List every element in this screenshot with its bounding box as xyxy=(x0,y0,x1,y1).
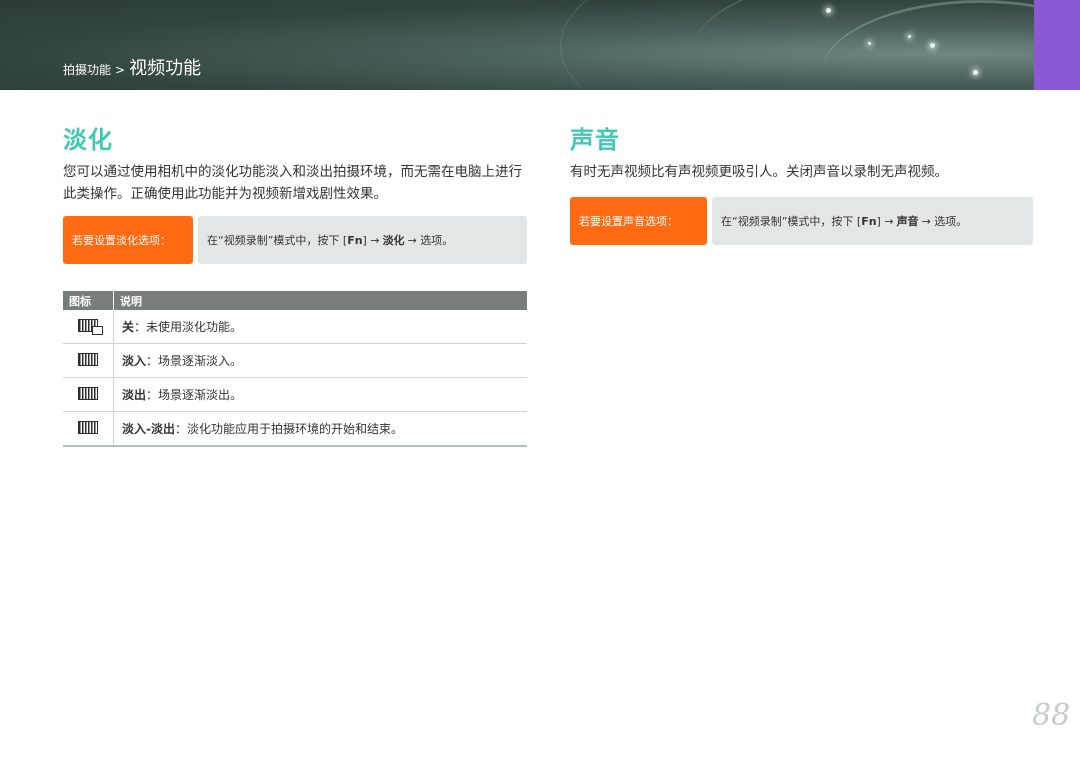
table-header-description: 说明 xyxy=(113,291,527,310)
sound-section-title: 声音 xyxy=(570,126,620,154)
sparkle-icon xyxy=(868,42,871,45)
sparkle-icon xyxy=(930,43,935,48)
table-cell-description: 淡入-淡出：淡化功能应用于拍摄环境的开始和结束。 xyxy=(113,411,527,447)
sound-tip: 若要设置声音选项： 在“视频录制”模式中，按下 [Fn] → 声音 → 选项。 xyxy=(570,197,1033,245)
table-header-row: 图标 说明 xyxy=(63,291,527,310)
option-separator: ： xyxy=(174,422,187,436)
option-separator: ： xyxy=(146,388,159,402)
tip-menu-name: 淡化 xyxy=(382,234,405,247)
fade-out-icon xyxy=(78,386,98,400)
sparkle-icon xyxy=(973,70,978,75)
tip-text-prefix: 在“视频录制”模式中，按下 [ xyxy=(721,215,862,228)
table-row: 淡出：场景逐渐淡出。 xyxy=(63,377,527,412)
page-header-banner: 拍摄功能 > 视频功能 xyxy=(0,0,1080,90)
fade-tip-content: 在“视频录制”模式中，按下 [Fn] → 淡化 → 选项。 xyxy=(198,216,527,264)
option-description: 场景逐渐淡入。 xyxy=(158,354,243,368)
sound-tip-label: 若要设置声音选项： xyxy=(570,197,707,245)
table-cell-icon xyxy=(63,310,114,344)
tip-text-prefix: 在“视频录制”模式中，按下 [ xyxy=(207,234,348,247)
fade-section-title: 淡化 xyxy=(63,126,113,154)
option-term: 淡入 xyxy=(122,354,147,368)
fade-off-icon xyxy=(78,318,103,335)
fade-options-table: 图标 说明 关：未使用淡化功能。 淡入：场景逐渐淡入。 淡出：场景逐渐淡出。 淡… xyxy=(63,291,527,447)
page-number: 88 xyxy=(1032,698,1071,733)
sparkle-icon xyxy=(908,35,911,38)
breadcrumb-title: 视频功能 xyxy=(129,58,202,79)
chapter-tab[interactable] xyxy=(1034,0,1080,90)
option-term: 关 xyxy=(122,320,135,334)
table-cell-description: 关：未使用淡化功能。 xyxy=(113,310,527,344)
breadcrumb-separator: > xyxy=(115,63,126,77)
table-cell-icon xyxy=(63,377,114,412)
table-row: 淡入：场景逐渐淡入。 xyxy=(63,343,527,378)
tip-text-suffix: → 选项。 xyxy=(407,234,454,247)
fn-key-label: Fn xyxy=(347,233,363,247)
table-cell-icon xyxy=(63,343,114,378)
sparkle-icon xyxy=(826,8,831,13)
table-header-icon: 图标 xyxy=(63,291,114,310)
sound-tip-content: 在“视频录制”模式中，按下 [Fn] → 声音 → 选项。 xyxy=(712,197,1033,245)
breadcrumb: 拍摄功能 > 视频功能 xyxy=(63,54,201,80)
tip-menu-name: 声音 xyxy=(896,215,919,228)
table-cell-icon xyxy=(63,411,114,447)
option-description: 淡化功能应用于拍摄环境的开始和结束。 xyxy=(187,422,404,436)
option-term: 淡出 xyxy=(122,388,147,402)
fade-tip-label: 若要设置淡化选项： xyxy=(63,216,193,264)
tip-text-mid: ] → xyxy=(876,214,894,228)
fade-description: 您可以通过使用相机中的淡化功能淡入和淡出拍摄环境，而无需在电脑上进行此类操作。正… xyxy=(63,164,522,202)
table-cell-description: 淡入：场景逐渐淡入。 xyxy=(113,343,527,378)
fn-key-label: Fn xyxy=(861,214,877,228)
option-separator: ： xyxy=(134,320,147,334)
option-description: 未使用淡化功能。 xyxy=(146,320,243,334)
tip-text-suffix: → 选项。 xyxy=(921,215,968,228)
table-cell-description: 淡出：场景逐渐淡出。 xyxy=(113,377,527,412)
tip-text-mid: ] → xyxy=(362,233,380,247)
fade-in-icon xyxy=(78,352,98,366)
option-description: 场景逐渐淡出。 xyxy=(158,388,243,402)
fade-tip: 若要设置淡化选项： 在“视频录制”模式中，按下 [Fn] → 淡化 → 选项。 xyxy=(63,216,527,264)
option-separator: ： xyxy=(146,354,159,368)
table-row: 关：未使用淡化功能。 xyxy=(63,310,527,344)
breadcrumb-section[interactable]: 拍摄功能 xyxy=(63,61,111,78)
table-row: 淡入-淡出：淡化功能应用于拍摄环境的开始和结束。 xyxy=(63,411,527,447)
fade-in-out-icon xyxy=(78,420,98,434)
sound-description: 有时无声视频比有声视频更吸引人。关闭声音以录制无声视频。 xyxy=(570,164,948,180)
option-term: 淡入-淡出 xyxy=(122,422,175,436)
